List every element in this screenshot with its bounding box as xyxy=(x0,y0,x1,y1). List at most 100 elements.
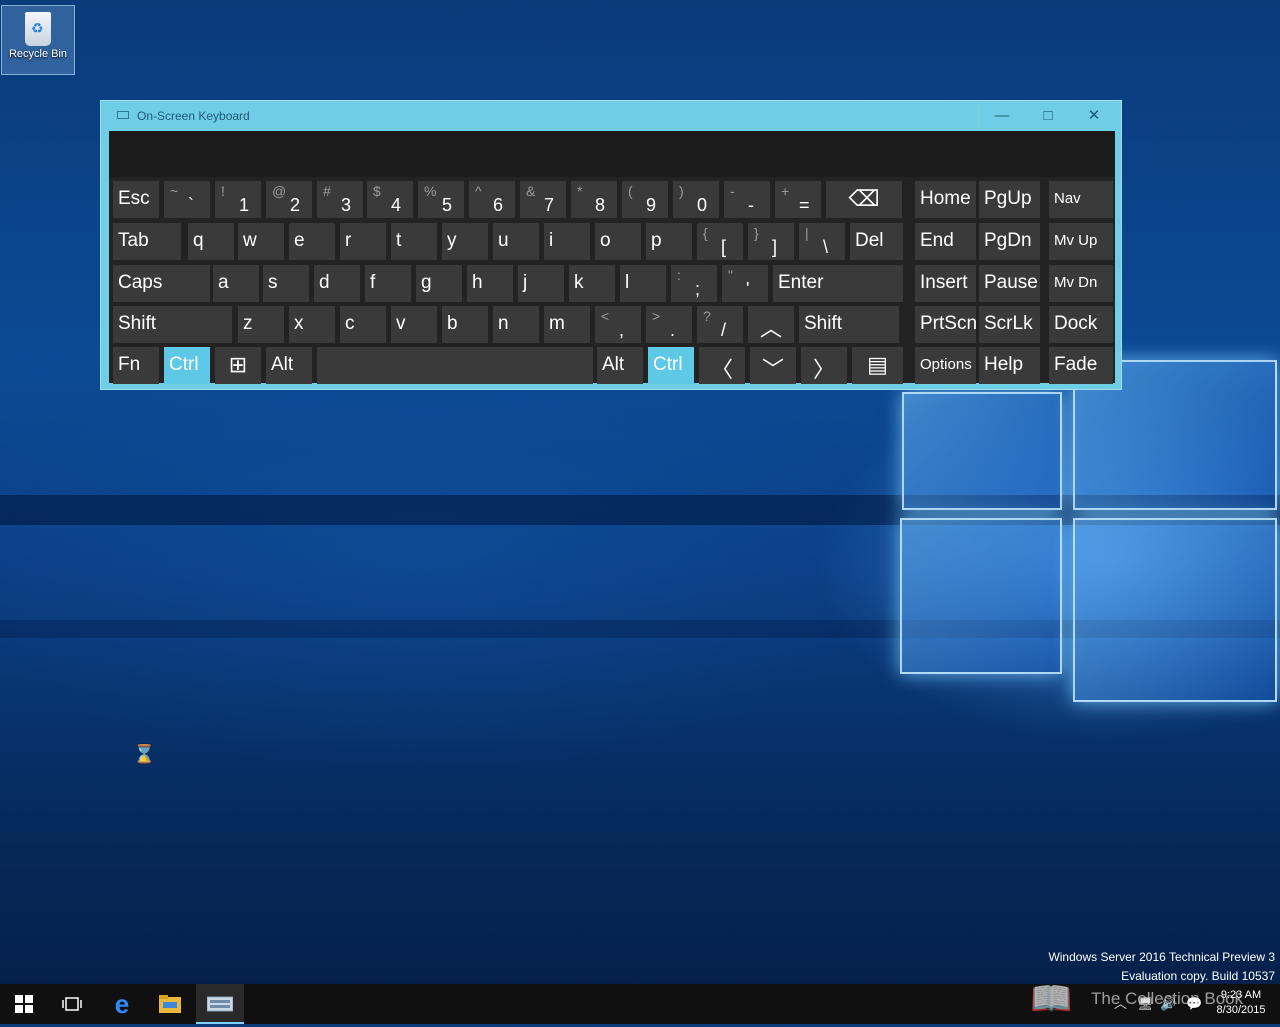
key-pause[interactable]: Pause xyxy=(979,265,1040,302)
key-q[interactable]: q xyxy=(188,223,234,260)
key-pgup[interactable]: PgUp xyxy=(979,181,1040,218)
key-symbol[interactable]: ⊞ xyxy=(215,347,261,384)
key-r[interactable]: r xyxy=(340,223,386,260)
key-symbol[interactable]: 〈 xyxy=(699,347,745,384)
key-shift-label: < xyxy=(601,308,610,324)
key-2[interactable]: @2 xyxy=(266,181,312,218)
key-tab[interactable]: Tab xyxy=(113,223,181,260)
key-symbol[interactable]: }] xyxy=(748,223,794,260)
key-6[interactable]: ^ 6 xyxy=(469,181,515,218)
key-g[interactable]: g xyxy=(416,265,462,302)
key-1[interactable]: ! 1 xyxy=(215,181,261,218)
key-esc[interactable]: Esc xyxy=(113,181,159,218)
key-symbol[interactable]: | \ xyxy=(799,223,845,260)
key-s[interactable]: s xyxy=(263,265,309,302)
key-z[interactable]: z xyxy=(238,306,284,343)
key-8[interactable]: * 8 xyxy=(571,181,617,218)
recycle-bin-desktop-icon[interactable]: Recycle Bin xyxy=(1,5,75,75)
key-symbol[interactable]: ﹀ xyxy=(750,347,796,384)
key-enter[interactable]: Enter xyxy=(773,265,903,302)
key-e[interactable]: e xyxy=(289,223,335,260)
key-symbol[interactable]: ? / xyxy=(697,306,743,343)
key-caps[interactable]: Caps xyxy=(113,265,210,302)
key-space[interactable] xyxy=(317,347,593,384)
key-label: Mv Up xyxy=(1054,232,1098,249)
key-m[interactable]: m xyxy=(544,306,590,343)
key-symbol[interactable]: ︿ xyxy=(748,306,794,343)
key-help[interactable]: Help xyxy=(979,347,1040,384)
key-p[interactable]: p xyxy=(646,223,692,260)
key-ctrl[interactable]: Ctrl xyxy=(164,347,210,384)
key-7[interactable]: & 7 xyxy=(520,181,566,218)
title-bar[interactable]: On-Screen Keyboard — □ ✕ xyxy=(101,101,1121,131)
key-i[interactable]: i xyxy=(544,223,590,260)
key-mv-dn[interactable]: Mv Dn xyxy=(1049,265,1113,302)
key-symbol[interactable]: :; xyxy=(671,265,717,302)
key-home[interactable]: Home xyxy=(915,181,976,218)
key-j[interactable]: j xyxy=(518,265,564,302)
key-symbol[interactable]: <, xyxy=(595,306,641,343)
key-k[interactable]: k xyxy=(569,265,615,302)
key-h[interactable]: h xyxy=(467,265,513,302)
key-a[interactable]: a xyxy=(213,265,259,302)
key-symbol[interactable]: 〉 xyxy=(801,347,847,384)
maximize-button[interactable]: □ xyxy=(1025,101,1071,131)
key-insert[interactable]: Insert xyxy=(915,265,976,302)
key-mv-up[interactable]: Mv Up xyxy=(1049,223,1113,260)
key-4[interactable]: $4 xyxy=(367,181,413,218)
key-3[interactable]: #3 xyxy=(317,181,363,218)
key-shift[interactable]: Shift xyxy=(113,306,232,343)
key-x[interactable]: x xyxy=(289,306,335,343)
key-symbol[interactable]: >. xyxy=(646,306,692,343)
close-button[interactable]: ✕ xyxy=(1071,101,1117,131)
key-symbol[interactable]: {[ xyxy=(697,223,743,260)
key-t[interactable]: t xyxy=(391,223,437,260)
key-9[interactable]: (9 xyxy=(622,181,668,218)
key-b[interactable]: b xyxy=(442,306,488,343)
key-d[interactable]: d xyxy=(314,265,360,302)
key-0[interactable]: ) 0 xyxy=(673,181,719,218)
key-symbol[interactable]: " ' xyxy=(722,265,768,302)
key-label: Pause xyxy=(984,272,1038,293)
key-y[interactable]: y xyxy=(442,223,488,260)
key-prtscn[interactable]: PrtScn xyxy=(915,306,976,343)
key-5[interactable]: % 5 xyxy=(418,181,464,218)
key-ctrl[interactable]: Ctrl xyxy=(648,347,694,384)
key-v[interactable]: v xyxy=(391,306,437,343)
task-view-button[interactable] xyxy=(48,984,96,1024)
key-dock[interactable]: Dock xyxy=(1049,306,1113,343)
key-fn[interactable]: Fn xyxy=(113,347,159,384)
file-explorer-icon[interactable] xyxy=(146,984,194,1024)
key-fade[interactable]: Fade xyxy=(1049,347,1113,384)
on-screen-keyboard-taskbar-icon[interactable] xyxy=(196,984,244,1024)
key-n[interactable]: n xyxy=(493,306,539,343)
key-shift[interactable]: Shift xyxy=(799,306,899,343)
key-del[interactable]: Del xyxy=(850,223,903,260)
key-label: w xyxy=(243,230,257,251)
key-alt[interactable]: Alt xyxy=(597,347,643,384)
key-base-label: 2 xyxy=(290,195,301,215)
start-button[interactable] xyxy=(0,984,48,1024)
edge-browser-icon[interactable]: e xyxy=(98,984,146,1024)
key-o[interactable]: o xyxy=(595,223,641,260)
key-symbol[interactable]: + = xyxy=(775,181,821,218)
key-l[interactable]: l xyxy=(620,265,666,302)
key-f[interactable]: f xyxy=(365,265,411,302)
key-symbol[interactable]: -- xyxy=(724,181,770,218)
key-shift-label: : xyxy=(677,267,681,283)
key-symbol[interactable]: ▤ xyxy=(852,347,903,384)
key-label: Home xyxy=(920,188,971,209)
key-scrlk[interactable]: ScrLk xyxy=(979,306,1040,343)
key-symbol[interactable]: ⌫ xyxy=(826,181,902,218)
key-c[interactable]: c xyxy=(340,306,386,343)
key-nav[interactable]: Nav xyxy=(1049,181,1113,218)
key-label: Nav xyxy=(1054,190,1081,207)
key-end[interactable]: End xyxy=(915,223,976,260)
key-w[interactable]: w xyxy=(238,223,284,260)
key-options[interactable]: Options xyxy=(915,347,976,384)
key-alt[interactable]: Alt xyxy=(266,347,312,384)
minimize-button[interactable]: — xyxy=(979,101,1025,131)
key-symbol[interactable]: ~ ` xyxy=(164,181,210,218)
key-u[interactable]: u xyxy=(493,223,539,260)
key-pgdn[interactable]: PgDn xyxy=(979,223,1040,260)
